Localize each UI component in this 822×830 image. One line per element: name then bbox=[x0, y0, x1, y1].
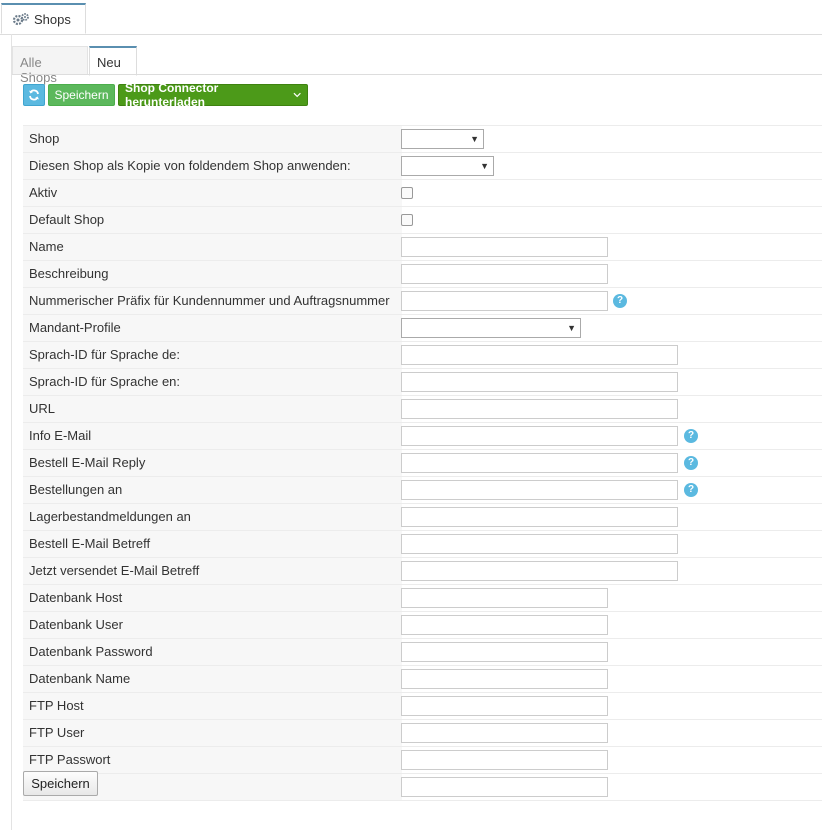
form-row: Bestell E-Mail Reply? bbox=[23, 449, 822, 476]
form-label: Sprach-ID für Sprache de: bbox=[23, 342, 402, 368]
form-label: Bestell E-Mail Reply bbox=[23, 450, 402, 476]
tab-shops[interactable]: Shops bbox=[1, 3, 86, 34]
form-row: Aktiv bbox=[23, 179, 822, 206]
db-password-input[interactable] bbox=[401, 642, 608, 662]
aktiv-checkbox[interactable] bbox=[401, 187, 413, 199]
form-row: URL bbox=[23, 395, 822, 422]
form-label: URL bbox=[23, 396, 402, 422]
form-label: Beschreibung bbox=[23, 261, 402, 287]
footer-save-button[interactable]: Speichern bbox=[23, 771, 98, 796]
name-input[interactable] bbox=[401, 237, 608, 257]
form-row: Bestellungen an? bbox=[23, 476, 822, 503]
tab-shops-label: Shops bbox=[34, 11, 71, 27]
url-input[interactable] bbox=[401, 399, 678, 419]
form-label: Name bbox=[23, 234, 402, 260]
shop-connector-download-button[interactable]: Shop Connector herunterladen bbox=[118, 81, 308, 109]
form-row: Default Shop bbox=[23, 206, 822, 233]
versendet-email-betreff-input[interactable] bbox=[401, 561, 678, 581]
form-row: Bestell E-Mail Betreff bbox=[23, 530, 822, 557]
form-row: Shop ▼ bbox=[23, 125, 822, 152]
form-label: Datenbank Name bbox=[23, 666, 402, 692]
form-label: Info E-Mail bbox=[23, 423, 402, 449]
help-icon[interactable]: ? bbox=[684, 429, 698, 443]
default-shop-checkbox[interactable] bbox=[401, 214, 413, 226]
form-row: Mandant-Profile ▼ bbox=[23, 314, 822, 341]
form-label: Jetzt versendet E-Mail Betreff bbox=[23, 558, 402, 584]
form-row: Jetzt versendet E-Mail Betreff bbox=[23, 557, 822, 584]
form-label: Datenbank Host bbox=[23, 585, 402, 611]
top-tab-strip bbox=[0, 0, 822, 35]
help-icon[interactable]: ? bbox=[684, 456, 698, 470]
form-label: Shop bbox=[23, 126, 402, 152]
dropdown-arrow-icon: ▼ bbox=[567, 323, 576, 333]
lagerbestand-input[interactable] bbox=[401, 507, 678, 527]
beschreibung-input[interactable] bbox=[401, 264, 608, 284]
bestellungen-an-input[interactable] bbox=[401, 480, 678, 500]
db-user-input[interactable] bbox=[401, 615, 608, 635]
form-label: Datenbank Password bbox=[23, 639, 402, 665]
tab-alle-shops[interactable]: Alle Shops bbox=[12, 46, 88, 85]
form-row: Info E-Mail? bbox=[23, 422, 822, 449]
form-row: Datenbank User bbox=[23, 611, 822, 638]
ftp-host-input[interactable] bbox=[401, 696, 608, 716]
form-row: FTP Host bbox=[23, 692, 822, 719]
db-name-input[interactable] bbox=[401, 669, 608, 689]
form-row: Sprach-ID für Sprache de: bbox=[23, 341, 822, 368]
form-label: Default Shop bbox=[23, 207, 402, 233]
form-row: Name bbox=[23, 233, 822, 260]
save-button[interactable]: Speichern bbox=[48, 84, 115, 106]
info-email-input[interactable] bbox=[401, 426, 678, 446]
form-label: Lagerbestandmeldungen an bbox=[23, 504, 402, 530]
shop-connector-label: Shop Connector herunterladen bbox=[125, 81, 219, 109]
shop-form: Shop ▼ Diesen Shop als Kopie von foldendem… bbox=[23, 125, 822, 801]
bestell-email-reply-input[interactable] bbox=[401, 453, 678, 473]
copy-from-shop-select[interactable]: ▼ bbox=[401, 156, 494, 176]
dropdown-arrow-icon: ▼ bbox=[480, 161, 489, 171]
refresh-button[interactable] bbox=[23, 84, 45, 106]
form-row: Sprach-ID für Sprache en: bbox=[23, 368, 822, 395]
form-label: Bestell E-Mail Betreff bbox=[23, 531, 402, 557]
form-row: FTP User bbox=[23, 719, 822, 746]
form-row: Nummerischer Präfix für Kundennummer und… bbox=[23, 287, 822, 314]
sprach-id-en-input[interactable] bbox=[401, 372, 678, 392]
form-row: Diesen Shop als Kopie von foldendem Shop… bbox=[23, 152, 822, 179]
form-label: Aktiv bbox=[23, 180, 402, 206]
ftp-user-input[interactable] bbox=[401, 723, 608, 743]
form-row: Datenbank Password bbox=[23, 638, 822, 665]
form-label: Bestellungen an bbox=[23, 477, 402, 503]
form-label: Sprach-ID für Sprache en: bbox=[23, 369, 402, 395]
chevron-down-icon bbox=[293, 92, 301, 98]
help-icon[interactable]: ? bbox=[613, 294, 627, 308]
subtab-divider bbox=[12, 74, 822, 75]
mandant-profile-select[interactable]: ▼ bbox=[401, 318, 581, 338]
shop-select[interactable]: ▼ bbox=[401, 129, 484, 149]
form-row: FTP Passwort bbox=[23, 746, 822, 773]
help-icon[interactable]: ? bbox=[684, 483, 698, 497]
tab-neu[interactable]: Neu bbox=[89, 46, 137, 76]
form-label: Mandant-Profile bbox=[23, 315, 402, 341]
form-row: Datenbank Name bbox=[23, 665, 822, 692]
ftp-passwort-input[interactable] bbox=[401, 750, 608, 770]
form-label: FTP Host bbox=[23, 693, 402, 719]
form-label: Nummerischer Präfix für Kundennummer und… bbox=[23, 288, 402, 314]
db-host-input[interactable] bbox=[401, 588, 608, 608]
dropdown-arrow-icon: ▼ bbox=[470, 134, 479, 144]
form-label: Diesen Shop als Kopie von foldendem Shop… bbox=[23, 153, 402, 179]
form-row: FTP Path bbox=[23, 773, 822, 801]
bestell-email-betreff-input[interactable] bbox=[401, 534, 678, 554]
form-row: Lagerbestandmeldungen an bbox=[23, 503, 822, 530]
praefix-input[interactable] bbox=[401, 291, 608, 311]
form-label: FTP Passwort bbox=[23, 747, 402, 773]
gears-icon bbox=[12, 13, 29, 26]
ftp-path-input[interactable] bbox=[401, 777, 608, 797]
toolbar: Speichern Shop Connector herunterladen bbox=[23, 81, 308, 109]
form-label: Datenbank User bbox=[23, 612, 402, 638]
form-label: FTP User bbox=[23, 720, 402, 746]
form-row: Beschreibung bbox=[23, 260, 822, 287]
sprach-id-de-input[interactable] bbox=[401, 345, 678, 365]
form-row: Datenbank Host bbox=[23, 584, 822, 611]
refresh-icon bbox=[29, 89, 39, 101]
